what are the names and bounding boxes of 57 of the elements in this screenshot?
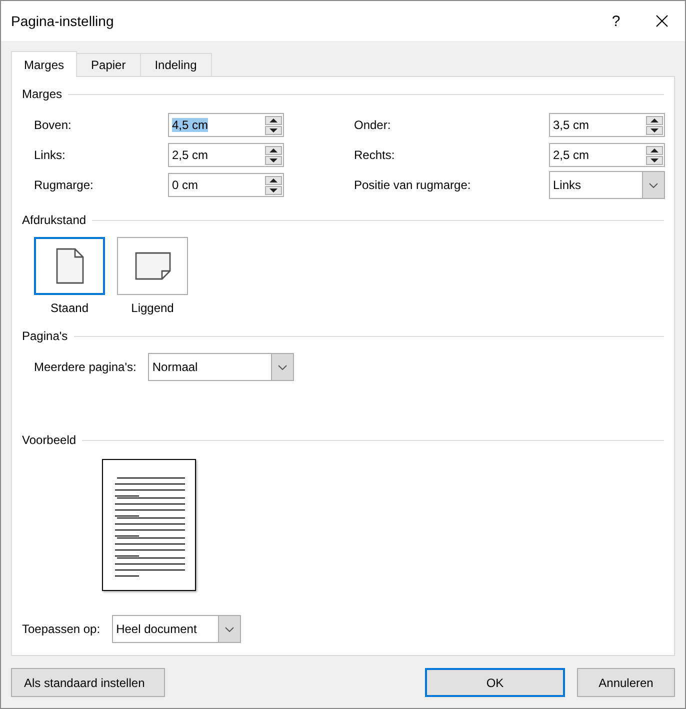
spin-down-button[interactable]: [265, 126, 282, 134]
triangle-up-icon: [269, 178, 278, 182]
close-icon[interactable]: [656, 15, 668, 27]
spin-down-button[interactable]: [265, 156, 282, 164]
portrait-page-icon: [56, 248, 84, 284]
dialog-button[interactable]: OK: [425, 668, 565, 697]
orientation-label: Liggend: [131, 301, 174, 315]
triangle-down-icon: [269, 158, 278, 162]
tab[interactable]: Marges: [11, 51, 78, 77]
spin-down-button[interactable]: [265, 186, 282, 194]
section-title: Afdrukstand: [22, 213, 86, 227]
chevron-down-icon: [642, 172, 664, 198]
triangle-up-icon: [650, 148, 659, 152]
dialog-button[interactable]: Als standaard instellen: [11, 668, 165, 697]
spin-field[interactable]: 2,5 cm: [168, 143, 284, 167]
select-field[interactable]: Normaal: [148, 353, 294, 381]
spin-up-button[interactable]: [265, 146, 282, 154]
field-label: Boven:: [34, 118, 72, 132]
chevron-down-icon: [271, 354, 294, 380]
spin-down-button[interactable]: [646, 126, 663, 134]
section-title: Voorbeeld: [22, 433, 76, 447]
spin-down-button[interactable]: [646, 156, 663, 164]
spin-field[interactable]: 2,5 cm: [549, 143, 665, 167]
dialog-button[interactable]: Annuleren: [577, 668, 675, 697]
section-title: Marges: [22, 87, 62, 101]
spin-field[interactable]: 4,5 cm: [168, 113, 284, 137]
field-label: Rechts:: [354, 148, 396, 162]
landscape-page-icon: [134, 252, 170, 280]
spin-up-button[interactable]: [265, 176, 282, 184]
field-label: Toepassen op:: [22, 622, 100, 636]
field-label: Meerdere pagina's:: [34, 360, 136, 374]
field-label: Rugmarge:: [34, 178, 94, 192]
spin-up-button[interactable]: [646, 146, 663, 154]
spin-field[interactable]: 0 cm: [168, 173, 284, 197]
spin-field[interactable]: 3,5 cm: [549, 113, 665, 137]
triangle-up-icon: [269, 148, 278, 152]
triangle-up-icon: [650, 118, 659, 122]
field-label: Links:: [34, 148, 66, 162]
chevron-down-icon: [218, 616, 240, 642]
select-field[interactable]: Links: [549, 171, 665, 199]
section-title: Pagina's: [22, 329, 68, 343]
field-label: Onder:: [354, 118, 392, 132]
spin-up-button[interactable]: [265, 116, 282, 124]
window-title: Pagina-instelling: [11, 13, 115, 29]
help-button[interactable]: ?: [593, 12, 639, 30]
spin-up-button[interactable]: [646, 116, 663, 124]
field-label: Positie van rugmarge:: [354, 178, 472, 192]
tab[interactable]: Indeling: [140, 53, 212, 76]
orientation-label: Staand: [50, 301, 89, 315]
orientation-button[interactable]: [34, 237, 105, 295]
triangle-up-icon: [269, 118, 278, 122]
orientation-button[interactable]: [117, 237, 188, 295]
select-field[interactable]: Heel document: [112, 615, 242, 643]
triangle-down-icon: [269, 128, 278, 132]
triangle-down-icon: [650, 158, 659, 162]
triangle-down-icon: [269, 188, 278, 192]
triangle-down-icon: [650, 128, 659, 132]
